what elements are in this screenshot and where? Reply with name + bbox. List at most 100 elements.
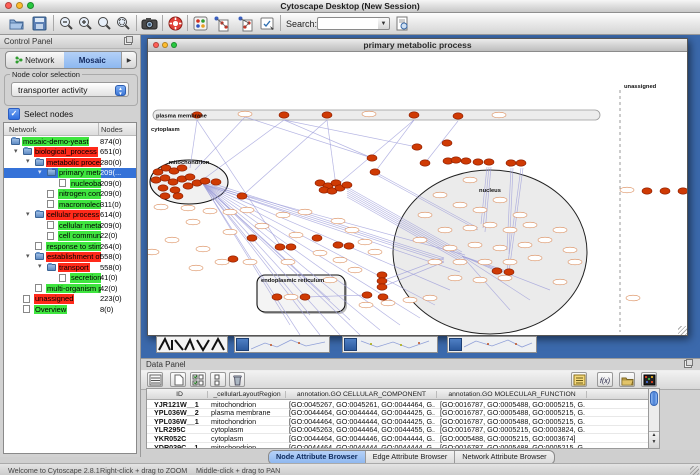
network-node[interactable] bbox=[484, 159, 494, 165]
layout-region-icon[interactable] bbox=[237, 15, 254, 32]
select-attributes-icon[interactable] bbox=[190, 372, 206, 387]
layout-network-icon[interactable] bbox=[213, 15, 230, 32]
network-node[interactable] bbox=[300, 294, 310, 300]
network-node[interactable] bbox=[492, 268, 502, 274]
network-node[interactable] bbox=[451, 157, 461, 163]
network-node[interactable] bbox=[678, 188, 687, 194]
network-node[interactable] bbox=[158, 185, 168, 191]
network-node[interactable] bbox=[185, 174, 195, 180]
network-window-titlebar[interactable]: primary metabolic process bbox=[148, 39, 687, 52]
expand-arrow-icon[interactable]: ▾ bbox=[38, 168, 42, 178]
tree-row[interactable]: ▾metabolic process280(0) bbox=[4, 157, 136, 168]
expand-arrow-icon[interactable]: ▾ bbox=[26, 210, 30, 220]
network-node[interactable] bbox=[200, 178, 210, 184]
network-node[interactable] bbox=[367, 155, 377, 161]
tree-row[interactable]: ▾biological_process651(0) bbox=[4, 147, 136, 158]
network-node[interactable] bbox=[412, 144, 422, 150]
search-input[interactable] bbox=[317, 17, 383, 30]
zoom-fit-icon[interactable] bbox=[96, 15, 113, 32]
network-node[interactable] bbox=[168, 179, 178, 185]
table-column-header[interactable]: annotation.GO MOLECULAR_FUNCTION bbox=[438, 391, 587, 398]
scrollbar-arrows[interactable]: ▲▼ bbox=[649, 431, 659, 448]
network-node[interactable] bbox=[247, 235, 257, 241]
expand-arrow-icon[interactable]: ▾ bbox=[14, 147, 18, 157]
delete-attribute-icon[interactable] bbox=[229, 372, 245, 387]
snapshot-camera-icon[interactable] bbox=[141, 15, 158, 32]
attribute-table[interactable]: ID_cellularLayoutRegionannotation.GO CEL… bbox=[146, 388, 660, 449]
network-node[interactable] bbox=[473, 159, 483, 165]
save-session-icon[interactable] bbox=[31, 15, 48, 32]
network-node[interactable] bbox=[461, 158, 471, 164]
tree-row[interactable]: cell communication22(0) bbox=[4, 231, 136, 242]
background-window-thumbnail[interactable] bbox=[156, 336, 228, 353]
window-resize-grip[interactable] bbox=[678, 326, 687, 335]
network-node[interactable] bbox=[378, 294, 388, 300]
tree-col-network[interactable]: Network bbox=[9, 125, 37, 134]
select-nodes-checkbox[interactable]: ✓ bbox=[8, 108, 20, 120]
open-session-icon[interactable] bbox=[8, 15, 25, 32]
network-canvas[interactable]: plasma membranecytoplasmmitochondrionnuc… bbox=[148, 52, 687, 335]
tab-mosaic[interactable]: Mosaic bbox=[64, 52, 122, 68]
minimized-window-2[interactable] bbox=[342, 336, 438, 353]
network-node[interactable] bbox=[344, 243, 354, 249]
minimized-window-1[interactable] bbox=[234, 336, 330, 353]
network-node[interactable] bbox=[377, 284, 387, 290]
minimized-window-3[interactable] bbox=[447, 336, 537, 353]
network-node[interactable] bbox=[272, 294, 282, 300]
network-node[interactable] bbox=[453, 113, 463, 119]
tree-col-nodes[interactable]: Nodes bbox=[101, 125, 123, 134]
tree-row[interactable]: ▾transport558(0) bbox=[4, 262, 136, 273]
tree-row[interactable]: ▾primary metabolic process209(... bbox=[4, 168, 136, 179]
new-attribute-icon[interactable] bbox=[170, 372, 186, 387]
search-dropdown-icon[interactable]: ▼ bbox=[378, 17, 390, 30]
tree-row[interactable]: macromolecule metabo311(0) bbox=[4, 199, 136, 210]
network-node[interactable] bbox=[377, 278, 387, 284]
tree-row[interactable]: nitrogen compound met209(0) bbox=[4, 189, 136, 200]
help-lifebuoy-icon[interactable] bbox=[167, 15, 184, 32]
network-node[interactable] bbox=[504, 269, 514, 275]
tree-row[interactable]: cellular metabolic proc209(0) bbox=[4, 220, 136, 231]
network-node[interactable] bbox=[275, 244, 285, 250]
network-node[interactable] bbox=[420, 160, 430, 166]
tree-row[interactable]: ▾establishment of locali558(0) bbox=[4, 252, 136, 263]
tree-row[interactable]: secretion41(0) bbox=[4, 273, 136, 284]
network-node[interactable] bbox=[370, 169, 380, 175]
tree-row[interactable]: unassigned223(0) bbox=[4, 294, 136, 305]
network-node[interactable] bbox=[228, 256, 238, 262]
network-node[interactable] bbox=[322, 112, 332, 118]
float-panel-icon[interactable] bbox=[684, 360, 692, 368]
network-node[interactable] bbox=[409, 112, 419, 118]
vizmapper-icon[interactable] bbox=[192, 15, 209, 32]
zoom-selected-icon[interactable] bbox=[115, 15, 132, 32]
import-attributes-icon[interactable] bbox=[619, 372, 635, 387]
network-node[interactable] bbox=[642, 188, 652, 194]
zoom-in-icon[interactable] bbox=[77, 15, 94, 32]
network-node[interactable] bbox=[442, 140, 452, 146]
table-column-header[interactable]: annotation.GO CELLULAR_COMPONENT bbox=[287, 391, 437, 398]
expand-arrow-icon[interactable]: ▾ bbox=[38, 262, 42, 272]
table-scrollbar[interactable]: ▲▼ bbox=[648, 388, 660, 449]
network-node[interactable] bbox=[333, 242, 343, 248]
network-node[interactable] bbox=[170, 187, 180, 193]
network-node[interactable] bbox=[312, 235, 322, 241]
annotation-icon[interactable] bbox=[259, 15, 276, 32]
network-node[interactable] bbox=[173, 193, 183, 199]
expand-arrow-icon[interactable]: ▾ bbox=[26, 157, 30, 167]
tab-overflow-button[interactable]: ▶ bbox=[121, 52, 136, 68]
matrix-view-icon[interactable] bbox=[641, 372, 657, 387]
attribute-list-icon[interactable] bbox=[571, 372, 587, 387]
network-node[interactable] bbox=[506, 160, 516, 166]
tree-row[interactable]: nucleobase-containing209(0) bbox=[4, 178, 136, 189]
table-column-header[interactable]: ID bbox=[152, 391, 208, 398]
tree-row[interactable]: Overview8(0) bbox=[4, 304, 136, 315]
app-resize-grip[interactable] bbox=[690, 466, 699, 475]
unselect-attributes-icon[interactable] bbox=[210, 372, 226, 387]
search-options-icon[interactable] bbox=[394, 15, 411, 32]
zoom-out-icon[interactable] bbox=[58, 15, 75, 32]
network-node[interactable] bbox=[237, 193, 247, 199]
network-node[interactable] bbox=[160, 193, 170, 199]
network-node[interactable] bbox=[286, 244, 296, 250]
network-node[interactable] bbox=[211, 179, 221, 185]
node-color-select[interactable]: transporter activity ▲▼ bbox=[11, 82, 129, 97]
tree-row[interactable]: ▾cellular process614(0) bbox=[4, 210, 136, 221]
